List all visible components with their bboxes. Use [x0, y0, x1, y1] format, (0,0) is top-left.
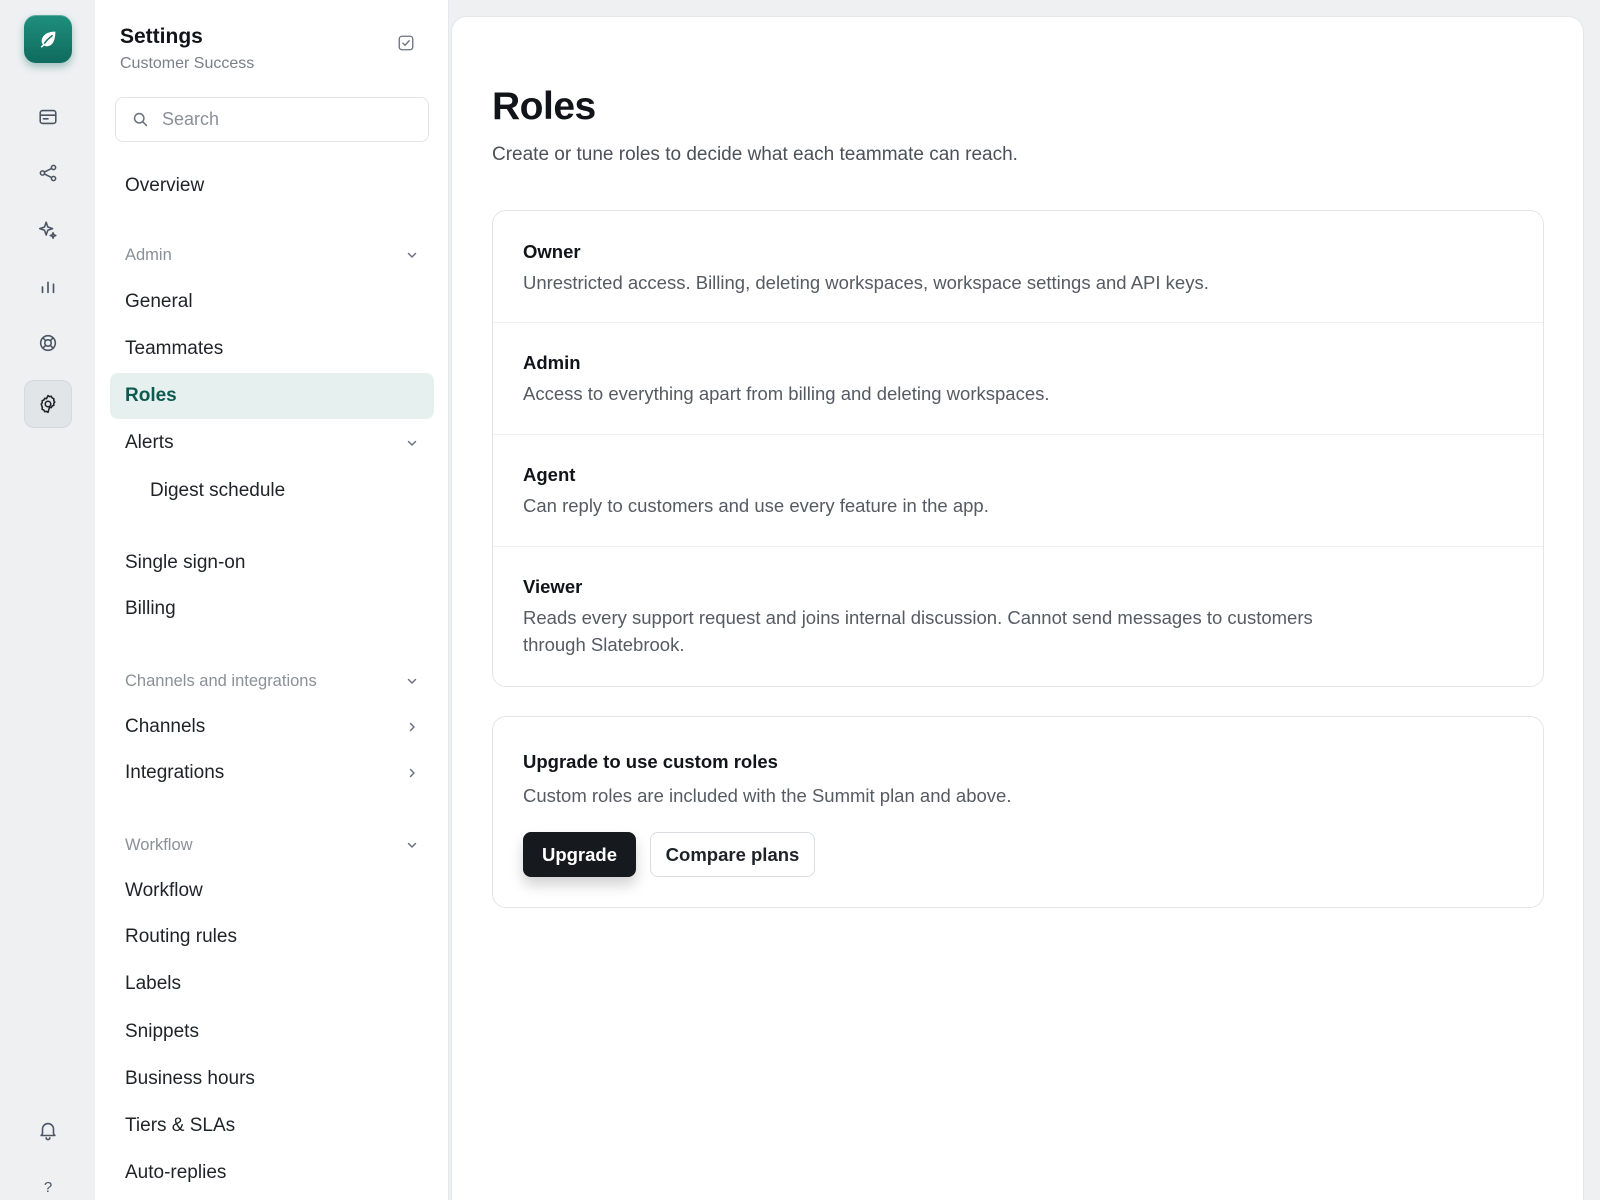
sidebar-item-single-sign-on[interactable]: Single sign-on	[110, 540, 434, 586]
settings-icon[interactable]	[24, 380, 72, 428]
sidebar-item-tiers-slas[interactable]: Tiers & SLAs	[110, 1103, 434, 1149]
bell-icon[interactable]	[24, 1106, 72, 1154]
sidebar-item-auto-replies[interactable]: Auto-replies	[110, 1150, 434, 1196]
section-channels-and-integrations[interactable]: Channels and integrations	[110, 661, 434, 701]
sidebar-item-label: Teammates	[125, 338, 224, 359]
role-description: Access to everything apart from billing …	[523, 383, 1050, 404]
page-description: Create or tune roles to decide what each…	[492, 144, 1018, 165]
sidebar-item-alerts[interactable]: Alerts	[110, 420, 434, 466]
icon-rail: ?	[0, 0, 95, 1200]
sidebar-item-labels[interactable]: Labels	[110, 961, 434, 1007]
role-name: Agent	[523, 464, 576, 485]
help-icon[interactable]: ?	[24, 1163, 72, 1200]
role-admin[interactable]: Admin Access to everything apart from bi…	[493, 323, 1543, 435]
app-logo-icon[interactable]	[24, 15, 72, 63]
sidebar-item-label: Tiers & SLAs	[125, 1115, 236, 1136]
search-box[interactable]	[115, 97, 429, 142]
sidebar-item-channels[interactable]: Channels	[110, 704, 434, 750]
sidebar-item-label: Snippets	[125, 1021, 199, 1042]
sidebar-item-label: Integrations	[125, 762, 225, 783]
upgrade-button[interactable]: Upgrade	[523, 832, 636, 877]
section-admin[interactable]: Admin	[110, 235, 434, 275]
sparkle-icon[interactable]	[24, 206, 72, 254]
inbox-icon[interactable]	[24, 93, 72, 141]
page-title: Roles	[492, 85, 596, 128]
chevron-down-icon	[407, 252, 417, 258]
upgrade-title: Upgrade to use custom roles	[523, 751, 778, 772]
sidebar-item-general[interactable]: General	[110, 279, 434, 325]
sidebar-item-digest-schedule[interactable]: Digest schedule	[110, 468, 434, 514]
sidebar-item-label: General	[125, 291, 193, 312]
sidebar-item-label: Roles	[125, 385, 177, 406]
upgrade-card: Upgrade to use custom roles Custom roles…	[492, 716, 1544, 908]
share-icon[interactable]	[24, 149, 72, 197]
sidebar-item-business-hours[interactable]: Business hours	[110, 1056, 434, 1102]
search-icon	[133, 112, 148, 127]
sidebar-item-label: Billing	[125, 598, 176, 619]
role-name: Viewer	[523, 576, 583, 597]
role-name: Admin	[523, 352, 581, 373]
sidebar-item-label: Digest schedule	[150, 480, 286, 501]
section-workflow[interactable]: Workflow	[110, 825, 434, 865]
chevron-down-icon	[407, 842, 417, 848]
sidebar-item-label: Routing rules	[125, 926, 237, 947]
role-name: Owner	[523, 241, 581, 262]
chart-icon[interactable]	[24, 262, 72, 310]
help-label: ?	[43, 1178, 53, 1196]
chevron-right-icon	[409, 722, 415, 732]
sidebar-item-integrations[interactable]: Integrations	[110, 750, 434, 796]
sidebar-item-roles[interactable]: Roles	[110, 373, 434, 419]
role-description: Reads every support request and joins in…	[523, 607, 1313, 655]
sidebar-item-label: Business hours	[125, 1068, 255, 1089]
workspace-name: Customer Success	[120, 55, 255, 72]
sidebar-item-routing-rules[interactable]: Routing rules	[110, 914, 434, 960]
sidebar-title: Settings	[120, 25, 203, 48]
sidebar-item-label: Alerts	[125, 432, 174, 453]
role-owner[interactable]: Owner Unrestricted access. Billing, dele…	[493, 211, 1543, 323]
role-description: Can reply to customers and use every fea…	[523, 495, 989, 516]
lifebuoy-icon[interactable]	[24, 319, 72, 367]
sidebar-item-label: Single sign-on	[125, 552, 246, 573]
sidebar-item-label: Auto-replies	[125, 1162, 227, 1183]
section-label: Channels and integrations	[125, 671, 317, 690]
compare-plans-button[interactable]: Compare plans	[650, 832, 815, 877]
main-panel: Roles Create or tune roles to decide wha…	[451, 16, 1584, 1200]
chevron-down-icon	[407, 678, 417, 684]
upgrade-description: Custom roles are included with the Summi…	[523, 785, 1012, 806]
section-label: Workflow	[125, 835, 193, 854]
role-description: Unrestricted access. Billing, deleting w…	[523, 272, 1209, 293]
role-viewer[interactable]: Viewer Reads every support request and j…	[493, 547, 1543, 686]
sidebar-item-snippets[interactable]: Snippets	[110, 1009, 434, 1055]
settings-sidebar: Settings Customer Success Overview Admin…	[95, 0, 449, 1200]
sidebar-item-label: Channels	[125, 716, 206, 737]
role-agent[interactable]: Agent Can reply to customers and use eve…	[493, 435, 1543, 547]
checkbox-square-icon[interactable]	[397, 34, 415, 52]
sidebar-item-workflow[interactable]: Workflow	[110, 868, 434, 914]
roles-list: Owner Unrestricted access. Billing, dele…	[492, 210, 1544, 687]
sidebar-item-billing[interactable]: Billing	[110, 586, 434, 632]
chevron-down-icon	[407, 440, 417, 446]
chevron-right-icon	[409, 768, 415, 778]
sidebar-item-label: Labels	[125, 973, 181, 994]
search-input[interactable]	[162, 109, 412, 130]
sidebar-item-label: Overview	[125, 175, 205, 196]
sidebar-item-teammates[interactable]: Teammates	[110, 326, 434, 372]
sidebar-item-label: Workflow	[125, 880, 203, 901]
section-label: Admin	[125, 245, 172, 264]
sidebar-item-overview[interactable]: Overview	[110, 163, 434, 209]
